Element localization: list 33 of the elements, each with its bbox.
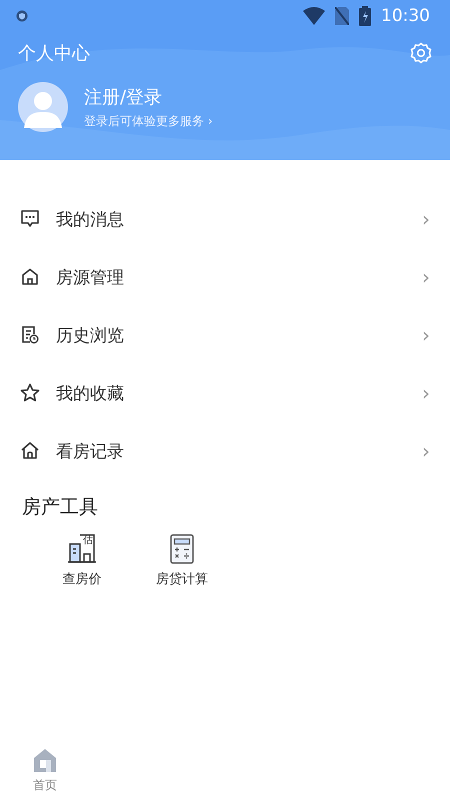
nav-tab[interactable]: 首页: [0, 734, 90, 794]
avatar-icon[interactable]: [18, 82, 68, 132]
menu-item[interactable]: 看房记录 ›: [0, 422, 450, 480]
menu-label: 我的收藏: [56, 382, 125, 404]
chevron-icon: ›: [422, 439, 430, 463]
settings-icon[interactable]: [410, 42, 432, 64]
house-icon: [20, 267, 40, 287]
no-sim-icon: [335, 7, 349, 25]
menu-label: 看房记录: [56, 440, 125, 462]
message-icon: [20, 209, 40, 229]
menu-item[interactable]: 历史浏览 ›: [0, 306, 450, 364]
tool-button[interactable]: 估 查房价: [32, 534, 132, 588]
status-time: 10:30: [381, 6, 430, 26]
chevron-icon: ›: [422, 323, 430, 347]
tool-button[interactable]: 房贷计算: [132, 534, 232, 588]
menu-label: 我的消息: [56, 208, 125, 230]
menu-label: 房源管理: [56, 266, 125, 288]
wifi-icon: [303, 7, 325, 25]
section-title: 房产工具: [22, 495, 98, 520]
chevron-icon: ›: [422, 381, 430, 405]
history-icon: [20, 325, 40, 345]
home-icon: [20, 441, 40, 461]
menu-label: 历史浏览: [56, 324, 125, 346]
page-title: 个人中心: [18, 42, 91, 65]
home-icon: [32, 747, 58, 773]
chevron-icon: ›: [422, 207, 430, 231]
chevron-icon: ›: [422, 265, 430, 289]
star-icon: [20, 383, 40, 403]
menu-item[interactable]: 我的收藏 ›: [0, 364, 450, 422]
menu-item[interactable]: 房源管理 ›: [0, 248, 450, 306]
battery-charging-icon: [359, 6, 371, 26]
shield-icon: [16, 10, 28, 22]
menu-item[interactable]: 我的消息 ›: [0, 190, 450, 248]
